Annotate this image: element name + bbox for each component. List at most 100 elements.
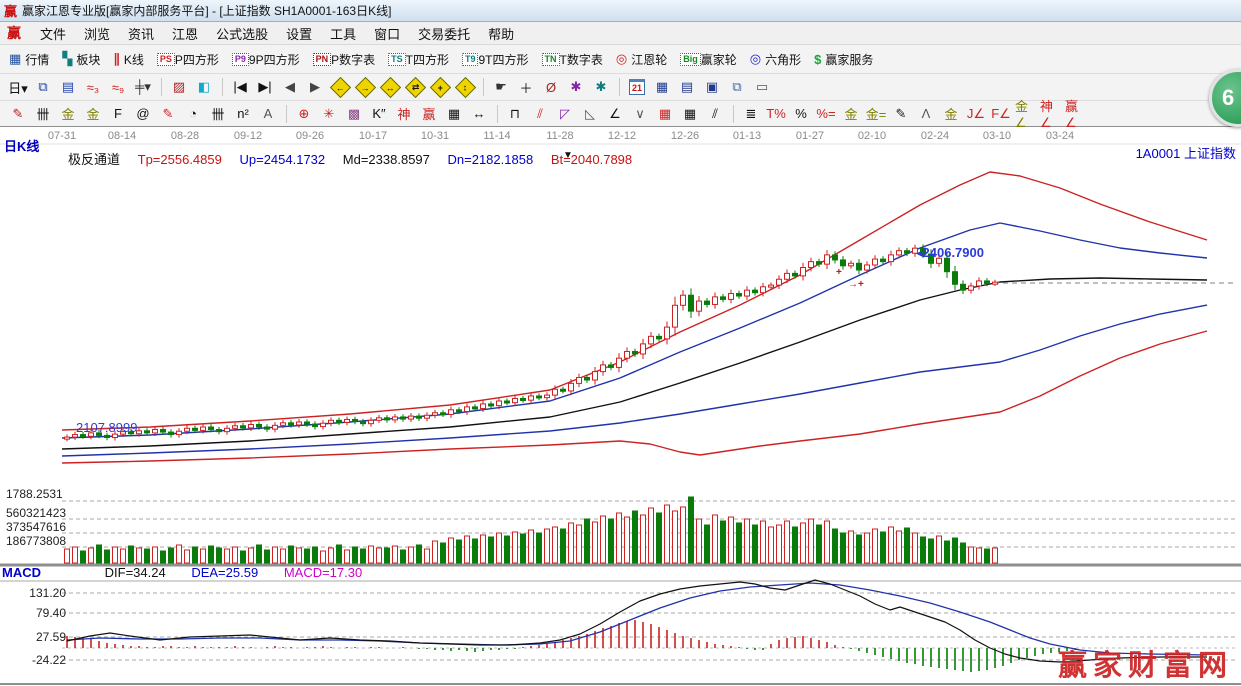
tool-black-grid-icon[interactable]: ▦ [678, 103, 702, 125]
menu-item-窗口[interactable]: 窗口 [365, 22, 409, 45]
menu-item-资讯[interactable]: 资讯 [119, 22, 163, 45]
toolbar-button-9t-square[interactable]: T99T四方形 [459, 49, 532, 70]
toolbar-button-kline[interactable]: ∥K线 [110, 49, 147, 70]
tool-parallel-icon[interactable]: ⫽ [703, 103, 727, 125]
tool-nav-prev-icon[interactable]: ◀ [278, 76, 302, 98]
toolbar-button-quotes[interactable]: ▦行情 [6, 49, 52, 70]
tool-print-icon[interactable]: ▭ [750, 76, 774, 98]
tool-wave-3-icon[interactable]: ≈₃ [81, 76, 105, 98]
tool-red-grid-icon[interactable]: ▦ [653, 103, 677, 125]
tool-gold-circle-icon[interactable]: 金 [839, 103, 863, 125]
tool-save-icon[interactable]: ▣ [700, 76, 724, 98]
tool-a-wave-icon[interactable]: Λ [914, 103, 938, 125]
chart-area[interactable]: 07-3108-1408-2809-1209-2610-1710-3111-14… [0, 127, 1241, 686]
tool-gold-grid-icon[interactable]: 金 [56, 103, 80, 125]
tool-nav-next-icon[interactable]: ▶ [303, 76, 327, 98]
tool-scale-ruler-icon[interactable]: ≣ [739, 103, 763, 125]
menu-item-文件[interactable]: 文件 [31, 22, 75, 45]
tool-pattern-select-icon[interactable]: ▨ [167, 76, 191, 98]
tool-export-icon[interactable]: ⧉ [725, 76, 749, 98]
tool-k-mark-icon[interactable]: K″ [367, 103, 391, 125]
tool-notes-icon[interactable]: ▤ [675, 76, 699, 98]
menu-item-公式选股[interactable]: 公式选股 [207, 22, 277, 45]
tool-wave-9-icon[interactable]: ≈₉ [106, 76, 130, 98]
tool-calendar-21-icon[interactable]: 21 [625, 76, 649, 98]
tool-percent-line-icon[interactable]: %= [814, 103, 838, 125]
toolbar-button-hexagon[interactable]: ◎六角形 [747, 49, 804, 70]
tool-frame-tool-icon[interactable]: ⊓ [503, 103, 527, 125]
kline-chart-canvas[interactable] [0, 127, 1241, 686]
tool-nav-last-icon[interactable]: ▶| [253, 76, 277, 98]
tool-pin-off-icon[interactable]: Ø [539, 76, 563, 98]
tool-gann-vert-icon[interactable]: ↕ [453, 76, 477, 98]
tool-time-circle-icon[interactable]: ◔ [181, 103, 205, 125]
tool-zoom-window-icon[interactable]: ⧉ [31, 76, 55, 98]
tool-gann-right-icon[interactable]: → [353, 76, 377, 98]
tool-j-angle-icon[interactable]: J∠ [964, 103, 988, 125]
tool-angle-lines-icon[interactable]: ∠ [603, 103, 627, 125]
tool-gann-flower-icon[interactable]: ✱ [564, 76, 588, 98]
toolbar-button-9p-square[interactable]: P99P四方形 [229, 49, 303, 70]
tool-gann-shrink-icon[interactable]: ⇄ [403, 76, 427, 98]
toolbar-button-sectors[interactable]: ▚板块 [59, 49, 103, 70]
tool-gold-angle-2-icon[interactable]: 金∠ [1014, 103, 1038, 125]
tool-a-channel-icon[interactable]: A [256, 103, 280, 125]
toolbar-button-p-table[interactable]: PNP数字表 [310, 49, 379, 70]
tool-n-square-icon[interactable]: n² [231, 103, 255, 125]
tool-angle-box-icon[interactable]: ◸ [553, 103, 577, 125]
tool-red-fan-icon[interactable]: ⫽ [528, 103, 552, 125]
tool-web-square-icon[interactable]: ▩ [342, 103, 366, 125]
red-plus-mark: + [836, 267, 842, 278]
tool-brain-tool-icon[interactable]: ✱ [589, 76, 613, 98]
tool-candle-style-icon[interactable]: ╪▾ [131, 76, 155, 98]
menu-item-江恩[interactable]: 江恩 [163, 22, 207, 45]
tool-f-grid-icon[interactable]: F [106, 103, 130, 125]
tool-gann-left-icon[interactable]: ← [328, 76, 352, 98]
tool-gann-center-icon[interactable]: + [428, 76, 452, 98]
toolbar-button-winner-wheel[interactable]: Big赢家轮 [677, 49, 740, 70]
tool-crosshair-icon[interactable]: ＋ [514, 76, 538, 98]
menu-item-设置[interactable]: 设置 [277, 22, 321, 45]
tool-gold-lines-icon[interactable]: 金= [864, 103, 888, 125]
toolbar-button-gann-wheel[interactable]: ◎江恩轮 [613, 49, 670, 70]
tool-pencil-icon[interactable]: ✎ [6, 103, 30, 125]
menu-item-帮助[interactable]: 帮助 [479, 22, 523, 45]
toolbar-button-t-table[interactable]: TNT数字表 [539, 49, 606, 70]
menu-item-交易委托[interactable]: 交易委托 [409, 22, 479, 45]
tool-v-wave-icon[interactable]: ∨ [628, 103, 652, 125]
menu-item-浏览[interactable]: 浏览 [75, 22, 119, 45]
tool-f-angle-icon[interactable]: F∠ [989, 103, 1013, 125]
tool-brush-icon[interactable]: ✎ [156, 103, 180, 125]
tool-grid-tool-icon[interactable]: 卌 [31, 103, 55, 125]
toolbar-button-t-square[interactable]: TST四方形 [385, 49, 452, 70]
tool-fan-box-icon[interactable]: ◺ [578, 103, 602, 125]
tool-star-web-icon[interactable]: ✳ [317, 103, 341, 125]
tool-nav-first-icon[interactable]: |◀ [228, 76, 252, 98]
toolbar-button-p-square[interactable]: PSP四方形 [154, 49, 222, 70]
tool-num-grid-icon[interactable]: ▦ [442, 103, 466, 125]
tool-percent-icon[interactable]: % [789, 103, 813, 125]
tool-ruler-grid-icon[interactable]: 卌 [206, 103, 230, 125]
tool-calculator-icon[interactable]: ▦ [650, 76, 674, 98]
tool-info-panel-icon[interactable]: ▤ [56, 76, 80, 98]
tool-shen-angle-icon[interactable]: 神∠ [1039, 103, 1063, 125]
tool-target-circle-icon[interactable]: ⊕ [292, 103, 316, 125]
tool-pen-flag-icon[interactable]: ✎ [889, 103, 913, 125]
tool-gold-grid-2-icon[interactable]: 金 [81, 103, 105, 125]
tool-span-arrow-icon[interactable]: ↔ [467, 103, 491, 125]
tool-shen-grid-icon[interactable]: 神 [392, 103, 416, 125]
tool-spiral-icon[interactable]: @ [131, 103, 155, 125]
tool-gold-angle-icon[interactable]: 金 [939, 103, 963, 125]
tool-trend-color-icon[interactable]: ◧ [192, 76, 216, 98]
tool-gann-expand-icon[interactable]: ↔ [378, 76, 402, 98]
tool-win-angle-icon[interactable]: 赢∠ [1064, 103, 1088, 125]
tool-period-day-icon[interactable]: 日▾ [6, 76, 30, 98]
tool-win-grid-icon[interactable]: 赢 [417, 103, 441, 125]
macd-axis-27.59: 27.59 [14, 630, 66, 644]
date-tick-01-13: 01-13 [733, 130, 761, 142]
tool-t-percent-icon[interactable]: T% [764, 103, 788, 125]
menu-item-工具[interactable]: 工具 [321, 22, 365, 45]
kline-icon: ∥ [113, 51, 120, 67]
tool-hand-tool-icon[interactable]: ☛ [489, 76, 513, 98]
toolbar-button-winner-service[interactable]: $赢家服务 [811, 49, 876, 70]
